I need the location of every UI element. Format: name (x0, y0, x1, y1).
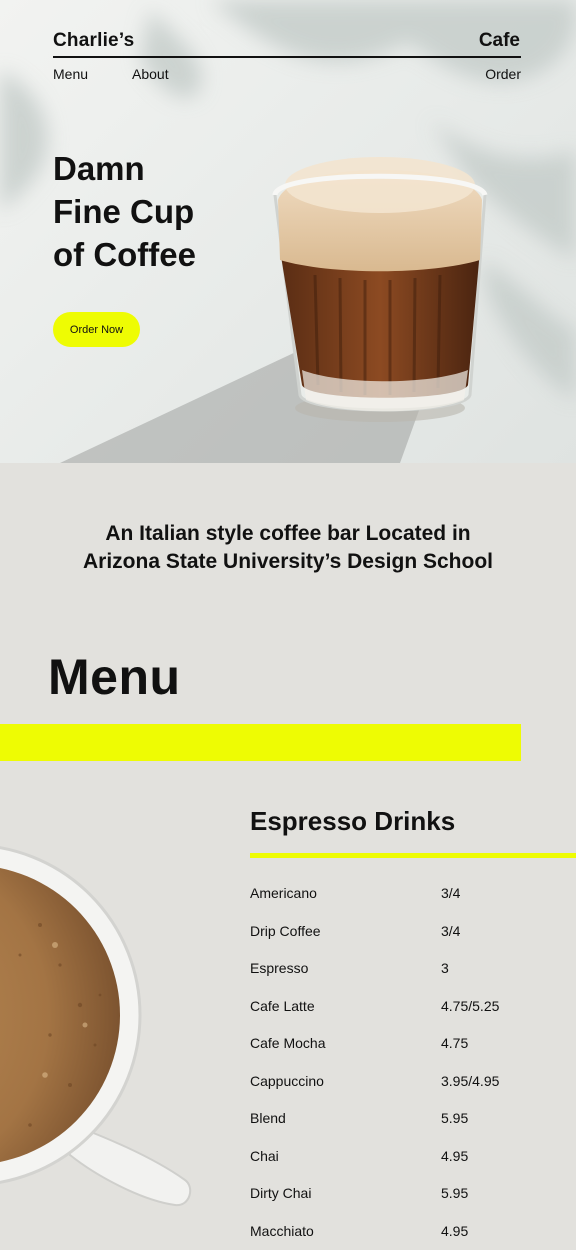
menu-item: Cappuccino 3.95/4.95 (250, 1062, 550, 1100)
menu-item: Drip Coffee 3/4 (250, 912, 550, 950)
menu-item-name: Cappuccino (250, 1072, 324, 1089)
header-divider (53, 56, 521, 58)
hero-section: Charlie’s Cafe Menu About Order Damn Fin… (0, 0, 576, 463)
menu-item: Cafe Latte 4.75/5.25 (250, 987, 550, 1025)
section-divider (250, 853, 576, 858)
menu-item-name: Chai (250, 1147, 279, 1164)
menu-item-name: Drip Coffee (250, 922, 321, 939)
menu-item-name: Espresso (250, 960, 309, 976)
menu-item: Espresso 3 (250, 949, 550, 987)
menu-list: Americano 3/4 Drip Coffee 3/4 Espresso 3… (250, 874, 550, 1249)
menu-item-price: 3/4 (441, 922, 461, 939)
menu-item-price: 5.95 (441, 1185, 469, 1201)
menu-item-name: Cafe Latte (250, 997, 315, 1014)
menu-item-price: 3.95/4.95 (441, 1072, 500, 1089)
menu-item-name: Blend (250, 1110, 286, 1126)
nav-menu-link[interactable]: Menu (53, 66, 88, 82)
menu-item-price: 4.95 (441, 1222, 469, 1239)
tagline-line: An Italian style coffee bar Located in (105, 522, 471, 545)
section-title-espresso: Espresso Drinks (250, 806, 456, 836)
menu-item-price: 3 (441, 960, 449, 976)
brand-cafe: Cafe (478, 30, 520, 51)
menu-accent-bar (0, 724, 521, 761)
menu-item-name: Macchiato (250, 1222, 314, 1239)
menu-item-price: 3/4 (441, 885, 461, 901)
order-now-button[interactable]: Order Now (53, 312, 140, 347)
menu-heading: Menu (48, 649, 181, 705)
brand-name[interactable]: Charlie’s (53, 30, 134, 52)
coffee-cup-image (0, 846, 192, 1207)
nav-order-link[interactable]: Order (485, 66, 521, 82)
menu-item-price: 5.95 (441, 1110, 469, 1126)
menu-item: Chai 4.95 (250, 1137, 550, 1175)
tagline-line: Arizona State University’s Design School (83, 550, 493, 573)
page: Charlie’s Cafe Menu About Order Damn Fin… (0, 0, 576, 1250)
menu-item: Americano 3/4 (250, 874, 550, 912)
menu-item: Dirty Chai 5.95 (250, 1174, 550, 1212)
menu-item: Cafe Mocha 4.75 (250, 1024, 550, 1062)
menu-item-name: Cafe Mocha (250, 1035, 326, 1051)
menu-item-price: 4.75 (441, 1035, 469, 1051)
tagline: An Italian style coffee bar Located in A… (0, 520, 576, 576)
menu-item: Blend 5.95 (250, 1099, 550, 1137)
nav-about-link[interactable]: About (132, 66, 169, 82)
menu-item: Macchiato 4.95 (250, 1212, 550, 1250)
menu-item-price: 4.95 (441, 1147, 469, 1164)
menu-item-name: Americano (250, 885, 317, 901)
menu-item-price: 4.75/5.25 (441, 997, 500, 1014)
menu-item-name: Dirty Chai (250, 1185, 312, 1201)
coffee-glass-image (272, 157, 488, 422)
